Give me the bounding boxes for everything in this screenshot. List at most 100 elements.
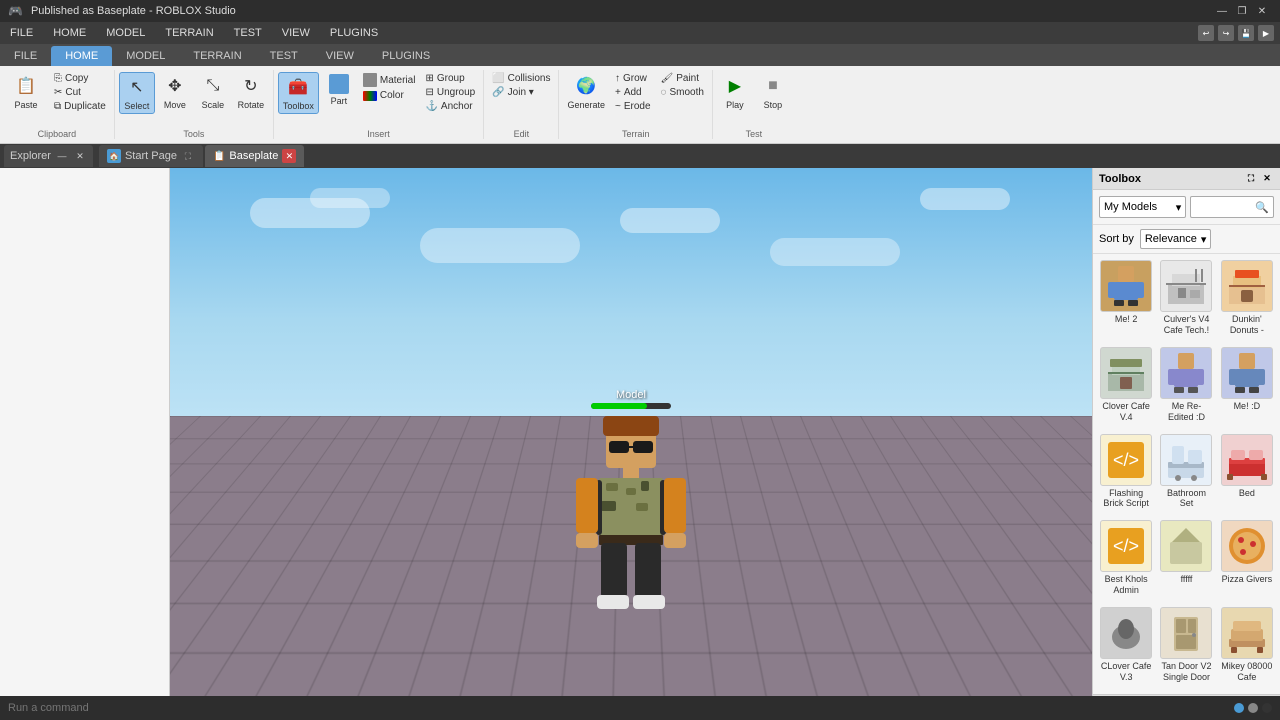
app-icon: 🎮 — [8, 4, 23, 18]
duplicate-button[interactable]: ⧉ Duplicate — [50, 100, 110, 113]
toolbox-thumb-7 — [1160, 434, 1212, 486]
paste-button[interactable]: 📋 Paste — [4, 72, 48, 112]
play-button[interactable]: ▶ Play — [717, 72, 753, 112]
part-button[interactable]: Part — [321, 72, 357, 108]
paint-terrain-button[interactable]: 🖌 Paint — [657, 72, 708, 85]
toolbox-item-13[interactable]: Tan Door V2 Single Door — [1157, 605, 1215, 690]
add-terrain-button[interactable]: + Add — [611, 86, 655, 99]
thumb-svg-9: </> — [1104, 524, 1148, 568]
clipboard-label: Clipboard — [4, 127, 110, 139]
sort-dropdown[interactable]: Relevance ▾ — [1140, 229, 1212, 249]
tab-home[interactable]: HOME — [51, 46, 112, 66]
toolbox-button[interactable]: 🧰 Toolbox — [278, 72, 319, 114]
cloud-5 — [770, 238, 900, 266]
minimize-button[interactable]: — — [1212, 0, 1232, 22]
toolbar-btn-1[interactable]: ↩ — [1198, 25, 1214, 41]
tab-terrain[interactable]: TERRAIN — [179, 46, 255, 66]
stop-icon: ■ — [761, 74, 785, 98]
model-type-dropdown[interactable]: My Models ▾ — [1099, 196, 1186, 218]
group-button[interactable]: ⊞ Group — [421, 72, 479, 85]
tab-plugins[interactable]: PLUGINS — [368, 46, 444, 66]
toolbox-thumb-5 — [1221, 347, 1273, 399]
menu-view[interactable]: VIEW — [272, 22, 320, 44]
toolbox-item-11[interactable]: Pizza Givers — [1218, 518, 1276, 603]
tab-view[interactable]: VIEW — [312, 46, 368, 66]
toolbox-icon: 🧰 — [286, 75, 310, 99]
toolbox-label-3: Clover Cafe V.4 — [1099, 401, 1153, 423]
viewport[interactable]: Model — [170, 168, 1092, 720]
title-text: Published as Baseplate - ROBLOX Studio — [31, 5, 236, 17]
copy-button[interactable]: ⎘ Copy — [50, 72, 110, 85]
erode-button[interactable]: ~ Erode — [611, 100, 655, 113]
tab-baseplate[interactable]: 📋 Baseplate ✕ — [205, 145, 304, 167]
ungroup-button[interactable]: ⊟ Ungroup — [421, 86, 479, 99]
toolbox-item-8[interactable]: Bed — [1218, 432, 1276, 517]
tab-model[interactable]: MODEL — [112, 46, 179, 66]
character-svg — [571, 413, 691, 613]
tab-test[interactable]: TEST — [256, 46, 312, 66]
command-input[interactable] — [8, 702, 1234, 714]
join-button[interactable]: 🔗 Join ▾ — [488, 86, 554, 99]
tab-file[interactable]: FILE — [0, 46, 51, 66]
toolbox-thumb-6: </> — [1100, 434, 1152, 486]
explorer-close-btn[interactable]: ✕ — [73, 149, 87, 163]
toolbox-item-4[interactable]: Me Re-Edited :D — [1157, 345, 1215, 430]
menu-home[interactable]: HOME — [43, 22, 96, 44]
toolbox-item-6[interactable]: </> Flashing Brick Script — [1097, 432, 1155, 517]
menu-test[interactable]: TEST — [224, 22, 272, 44]
thumb-svg-8 — [1225, 438, 1269, 482]
toolbox-label-10: fffff — [1181, 574, 1193, 585]
sort-bar: Sort by Relevance ▾ — [1093, 225, 1280, 254]
toolbox-item-7[interactable]: Bathroom Set — [1157, 432, 1215, 517]
toolbox-item-1[interactable]: Culver's V4 Cafe Tech.! — [1157, 258, 1215, 343]
paste-icon: 📋 — [14, 74, 38, 98]
move-button[interactable]: ✥ Move — [157, 72, 193, 112]
color-button[interactable]: Color — [359, 89, 420, 102]
toolbox-item-2[interactable]: Dunkin' Donuts - — [1218, 258, 1276, 343]
cloud-2 — [310, 188, 390, 208]
close-button[interactable]: ✕ — [1252, 0, 1272, 22]
maximize-button[interactable]: ❐ — [1232, 0, 1252, 22]
toolbox-label-1: Culver's V4 Cafe Tech.! — [1159, 314, 1213, 336]
toolbox-item-10[interactable]: fffff — [1157, 518, 1215, 603]
toolbar-btn-3[interactable]: 💾 — [1238, 25, 1254, 41]
start-page-expand[interactable]: ⛶ — [181, 149, 195, 163]
menu-file[interactable]: FILE — [0, 22, 43, 44]
rotate-icon: ↻ — [239, 74, 263, 98]
toolbox-panel: Toolbox ⛶ ✕ My Models ▾ 🔍 Sort by Releva… — [1092, 168, 1280, 720]
tab-start-page[interactable]: 🏠 Start Page ⛶ — [99, 145, 203, 167]
rotate-button[interactable]: ↻ Rotate — [233, 72, 269, 112]
toolbox-resize-btn[interactable]: ⛶ — [1244, 172, 1258, 186]
toolbox-item-9[interactable]: </> Best Khols Admin — [1097, 518, 1155, 603]
sort-label: Sort by — [1099, 233, 1134, 245]
material-button[interactable]: Material — [359, 72, 420, 88]
scale-button[interactable]: ⤡ Scale — [195, 72, 231, 112]
menu-plugins[interactable]: PLUGINS — [320, 22, 388, 44]
toolbox-item-3[interactable]: Clover Cafe V.4 — [1097, 345, 1155, 430]
select-button[interactable]: ↖ Select — [119, 72, 155, 114]
menu-model[interactable]: MODEL — [96, 22, 155, 44]
toolbox-thumb-4 — [1160, 347, 1212, 399]
toolbox-item-5[interactable]: Me! :D — [1218, 345, 1276, 430]
baseplate-close-btn[interactable]: ✕ — [282, 149, 296, 163]
toolbox-item-12[interactable]: CLover Cafe V.3 — [1097, 605, 1155, 690]
search-icon[interactable]: 🔍 — [1255, 201, 1269, 214]
explorer-minimize-btn[interactable]: — — [55, 149, 69, 163]
smooth-button[interactable]: ◌ Smooth — [657, 86, 708, 99]
cut-button[interactable]: ✂ Cut — [50, 86, 110, 99]
toolbar-btn-2[interactable]: ↪ — [1218, 25, 1234, 41]
toolbox-item-0[interactable]: Me! 2 — [1097, 258, 1155, 343]
search-input[interactable] — [1195, 201, 1255, 213]
explorer-panel — [0, 168, 170, 720]
collisions-button[interactable]: ⬜ Collisions — [488, 72, 554, 85]
stop-button[interactable]: ■ Stop — [755, 72, 791, 112]
toolbar-btn-4[interactable]: ▶ — [1258, 25, 1274, 41]
toolbox-label-5: Me! :D — [1234, 401, 1261, 412]
toolbox-close-btn[interactable]: ✕ — [1260, 172, 1274, 186]
grow-button[interactable]: ↑ Grow — [611, 72, 655, 85]
anchor-button[interactable]: ⚓ Anchor — [421, 100, 479, 113]
cloud-4 — [620, 208, 720, 233]
toolbox-item-14[interactable]: Mikey 08000 Cafe — [1218, 605, 1276, 690]
menu-terrain[interactable]: TERRAIN — [155, 22, 223, 44]
generate-button[interactable]: 🌍 Generate — [563, 72, 609, 112]
